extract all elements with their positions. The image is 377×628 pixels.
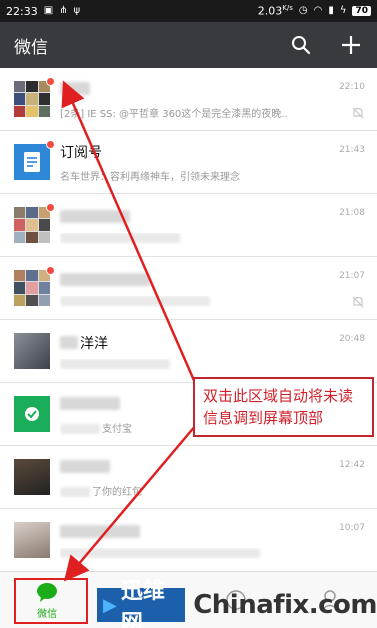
group-avatar	[14, 270, 50, 306]
battery-level: 70	[352, 6, 371, 16]
group-avatar	[14, 81, 50, 117]
logo-arrow-icon: ▶	[103, 594, 117, 616]
chat-item[interactable]: 订阅号 名车世界：容利再缘神车，引领未来理念 21:43	[0, 131, 377, 194]
chat-time: 21:43	[339, 145, 365, 155]
unread-dot	[46, 266, 55, 275]
chat-time: 10:07	[339, 523, 365, 533]
chat-item[interactable]: [2条] IE SS: @平哲章 360这个是完全漆黑的夜晚.. 22:10	[0, 68, 377, 131]
mute-bell-icon	[352, 107, 364, 119]
chat-name	[60, 457, 377, 477]
status-bar: 22:33 ▣ ⋔ ψ 2.03K/s ◷ ◠ ▮ ϟ 70	[0, 0, 377, 22]
callout-line-1: 双击此区域自动将未读	[203, 387, 354, 405]
chat-time: 12:42	[339, 460, 365, 470]
unread-dot	[46, 77, 55, 86]
service-avatar	[14, 396, 50, 432]
tab-chats[interactable]: 微信	[0, 572, 94, 628]
alarm-icon: ◷	[298, 5, 308, 16]
add-button[interactable]	[339, 33, 363, 57]
chat-name	[60, 79, 377, 99]
chat-list[interactable]: [2条] IE SS: @平哲章 360这个是完全漆黑的夜晚.. 22:10 订…	[0, 68, 377, 571]
usb-icon: ψ	[73, 5, 81, 16]
contact-avatar	[14, 522, 50, 558]
chat-time: 20:48	[339, 334, 365, 344]
chat-item[interactable]: 21:07	[0, 257, 377, 320]
subscription-avatar	[14, 144, 50, 180]
chat-name: 订阅号	[60, 144, 102, 161]
status-time: 22:33	[6, 4, 38, 18]
chat-name	[60, 207, 377, 227]
chat-item[interactable]: 21:08	[0, 194, 377, 257]
chat-time: 21:07	[339, 271, 365, 281]
unread-dot	[46, 203, 55, 212]
unread-dot	[46, 140, 55, 149]
watermark: ▶ 迅维网 Chinafix.com	[97, 579, 377, 628]
chat-time: 21:08	[339, 208, 365, 218]
search-icon	[292, 36, 311, 55]
chat-name	[60, 270, 377, 290]
charging-icon: ϟ	[339, 5, 347, 16]
chat-last-message	[60, 358, 377, 370]
group-avatar	[14, 207, 50, 243]
chat-last-message	[60, 547, 377, 559]
mute-bell-icon	[352, 296, 364, 308]
watermark-logo: ▶ 迅维网	[97, 579, 186, 628]
chat-last-message: 了你的红包	[60, 483, 377, 498]
signal-icon: ▮	[328, 5, 334, 16]
chat-name: 洋洋	[60, 333, 377, 353]
chat-last-message: [2条] IE SS: @平哲章 360这个是完全漆黑的夜晚..	[60, 108, 288, 120]
chat-bubble-icon	[37, 582, 58, 602]
watermark-domain: Chinafix.com	[193, 590, 377, 620]
chat-last-message: 名车世界：容利再缘神车，引领未来理念	[60, 171, 240, 183]
callout-line-2: 信息调到屏幕顶部	[203, 409, 324, 427]
contact-avatar	[14, 333, 50, 369]
tab-chats-label: 微信	[37, 608, 58, 620]
page-title: 微信	[14, 37, 48, 58]
screenshot-icon: ▣	[43, 5, 54, 16]
search-button[interactable]	[289, 33, 313, 57]
app-bar: 微信	[0, 22, 377, 68]
annotation-callout: 双击此区域自动将未读 信息调到屏幕顶部	[193, 377, 374, 437]
contact-avatar	[14, 459, 50, 495]
chat-item[interactable]: 洋洋 20:48	[0, 320, 377, 383]
document-icon	[24, 152, 40, 172]
chat-last-message	[60, 232, 377, 244]
network-speed: 2.03K/s	[257, 4, 293, 18]
chat-name	[60, 522, 377, 542]
chat-item[interactable]: 了你的红包 12:42	[0, 446, 377, 509]
share-icon: ⋔	[59, 5, 68, 16]
plus-icon	[342, 36, 360, 54]
chat-bubble-icon	[25, 407, 39, 421]
wifi-icon: ◠	[313, 5, 323, 16]
chat-last-message	[60, 295, 377, 307]
chat-time: 22:10	[339, 82, 365, 92]
chat-item[interactable]: 10:07	[0, 509, 377, 571]
